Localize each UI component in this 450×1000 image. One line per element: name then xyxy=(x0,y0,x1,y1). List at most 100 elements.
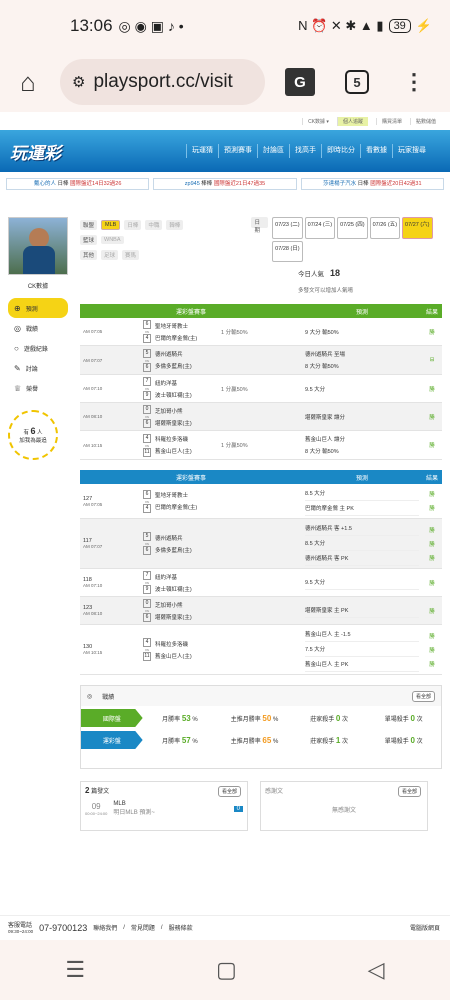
record-panel: ◎ 戰績 看全部 國際盤 月勝率 53 % 主推月勝率 50 % 莊家殺手 0 次單場殺… xyxy=(80,685,442,769)
prediction-cell: 德州遊騎兵 至場 8 大分 輸50% xyxy=(302,345,422,375)
game-info: AM 08:10 xyxy=(80,402,140,431)
matchup: 4 vs 11 科羅拉多洛磯 舊金山巨人(主) xyxy=(140,624,302,675)
battery-icon: 39 xyxy=(388,19,411,33)
nav-item[interactable]: 看數據 xyxy=(360,144,392,158)
circle-icon: ○ xyxy=(14,343,19,353)
record-more-button[interactable]: 看全部 xyxy=(411,691,435,702)
recent-apps-icon[interactable]: ☰ xyxy=(65,957,85,983)
nav-item[interactable]: 即時比分 xyxy=(321,144,360,158)
top-link[interactable]: CK数據 ▾ xyxy=(302,117,329,125)
ticker-item[interactable]: 莎達楊子汽水 日棒 國際盤近20日42過31 xyxy=(300,178,444,190)
table-row[interactable]: AM 07:10 7 vs 9 紐約洋基 波士頓紅襪(主) 1 分贏50% 9.5 大分勝 xyxy=(80,374,442,403)
nav-item[interactable]: 玩家搜尋 xyxy=(392,144,431,158)
desktop-link[interactable]: 電腦版網頁 xyxy=(410,923,440,932)
table-row[interactable]: AM 07:05 6 vs 4 聖地牙哥教士 巴爾的摩金鶯(主) 1 分輸50% 9 大分 輸… xyxy=(80,318,442,346)
menu-item-honor[interactable]: ♕ 榮譽 xyxy=(8,378,68,398)
table-row[interactable]: AM 10:15 4 vs 11 科羅拉多洛磯 舊金山巨人(主) 1 分贏50% 舊金山巨人 … xyxy=(80,430,442,460)
url-text: playsport.cc/visit xyxy=(93,71,233,92)
status-bar: 13:06 ◎ ◉ ▣ ♪ • N ⏰ ✕ ✱ ▲ ▮ 39 ⚡ xyxy=(0,0,450,52)
tab-switcher-button[interactable]: 5 xyxy=(345,70,369,94)
top-link[interactable]: 點數儲值 xyxy=(409,117,436,125)
prediction-cell: 舊金山巨人 讓分 8 大分 輸50% xyxy=(302,430,422,460)
date-option[interactable]: 07/28 (日) xyxy=(272,240,303,262)
home-button-icon[interactable]: ▢ xyxy=(216,957,237,983)
thanks-box: 看全部 感謝文 無感謝文 xyxy=(260,781,428,831)
table-row[interactable]: 127 AM 07:05 6 vs 4 聖地牙哥教士 巴爾的摩金鶯(主) 8.5 大分 巴爾的摩… xyxy=(80,484,442,519)
game-info: 117 AM 07:07 xyxy=(80,518,140,569)
profile-menu: ⊕ 預測 ◎ 戰績 ○ 遊戲紀錄 ✎ 討論 ♕ 榮譽 xyxy=(8,298,68,398)
avatar xyxy=(8,217,68,275)
table-row[interactable]: AM 08:10 0 vs 6 芝加哥小熊 堪薩斯皇家(主) 堪薩斯皇家 讓分勝 xyxy=(80,402,442,431)
matchup: 0 vs 6 芝加哥小熊 堪薩斯皇家(主) xyxy=(140,596,302,625)
web-page: CK数據 ▾ 個人追蹤 購買清單 點數儲值 玩運彩 玩運猜 預測賽事 討論區 找… xyxy=(0,112,450,939)
posts-more-button[interactable]: 看全部 xyxy=(217,786,241,797)
footer-link[interactable]: 常見問題 xyxy=(131,923,155,932)
back-icon[interactable]: ◁ xyxy=(368,957,385,983)
result-cell: 勝 xyxy=(422,318,442,346)
matchup: 7 vs 9 紐約洋基 波士頓紅襪(主) 1 分贏50% xyxy=(140,374,302,403)
thanks-more-button[interactable]: 看全部 xyxy=(397,786,421,797)
nav-item[interactable]: 找高手 xyxy=(289,144,321,158)
date-option[interactable]: 07/24 (三) xyxy=(304,217,336,239)
ticker-item[interactable]: 戴心的人 日棒 國際盤近14日32過26 xyxy=(6,178,150,190)
system-icons: N ⏰ ✕ ✱ ▲ ▮ 39 ⚡ xyxy=(298,18,432,34)
charging-icon: ⚡ xyxy=(415,18,432,33)
filter-panel: 聯盟 MLB 日棒 中職 韓棒 籃球 WNBA 其他 足球 賽馬 日期 07/23 (二) 0… xyxy=(80,217,442,262)
site-settings-icon[interactable]: ⚙ xyxy=(72,73,85,91)
post-item[interactable]: 09 00:00~24:00 MLB 明日MLB 預測~ 0 xyxy=(85,801,243,816)
date-option-selected[interactable]: 07/27 (六) xyxy=(402,217,433,239)
table-row[interactable]: AM 07:07 5 vs 6 德州遊騎兵 多倫多藍鳥(主) 德州遊騎兵 至場 8 大分 輸5… xyxy=(80,345,442,375)
league-mlb[interactable]: MLB xyxy=(101,219,121,230)
ticker-item[interactable]: zp945 棒棒 國際盤近21日47過35 xyxy=(153,178,297,190)
table-row[interactable]: 130 AM 10:15 4 vs 11 科羅拉多洛磯 舊金山巨人(主) 舊金山巨人 主 -1… xyxy=(80,624,442,675)
footer-link[interactable]: 服務條款 xyxy=(169,923,193,932)
date-picker: 07/23 (二) 07/24 (三) 07/25 (四) 07/26 (五) … xyxy=(272,217,442,262)
matchup: 6 vs 4 聖地牙哥教士 巴爾的摩金鶯(主) 1 分輸50% xyxy=(140,318,302,346)
nav-item[interactable]: 玩運猜 xyxy=(186,144,218,158)
crosshair-icon: ⊕ xyxy=(14,303,21,313)
android-nav-bar: ☰ ▢ ◁ xyxy=(0,940,450,1000)
game-info: 123 AM 08:10 xyxy=(80,596,140,625)
menu-item-predict[interactable]: ⊕ 預測 xyxy=(8,298,68,318)
prediction-cell: 德州遊騎兵 客 +1.5 8.5 大分 德州遊騎兵 客 PK xyxy=(302,518,422,569)
date-option[interactable]: 07/25 (四) xyxy=(337,217,368,239)
menu-item-forum[interactable]: ✎ 討論 xyxy=(8,358,68,378)
date-option[interactable]: 07/26 (五) xyxy=(369,217,401,239)
record-row: 運彩盤 月勝率 57 % 主推月勝率 65 % 莊家殺手 1 次單場殺手 0 次 xyxy=(81,730,441,750)
prediction-cell: 舊金山巨人 主 -1.5 7.5 大分 舊金山巨人 主 PK xyxy=(302,624,422,675)
clock: 13:06 xyxy=(70,16,113,35)
site-logo[interactable]: 玩運彩 xyxy=(10,139,170,164)
prediction-cell: 堪薩斯皇家 讓分 xyxy=(302,402,422,431)
game-info: AM 07:07 xyxy=(80,345,140,375)
translate-icon[interactable]: G xyxy=(285,68,315,96)
game-info: 127 AM 07:05 xyxy=(80,484,140,519)
matchup: 7 vs 9 紐約洋基 波士頓紅襪(主) xyxy=(140,568,302,597)
intl-predictions-table: 運彩盤賽事 預測 結果 AM 07:05 6 vs 4 聖地牙哥教士 巴爾的摩金鶯(主) 1 分… xyxy=(80,304,442,460)
nav-item[interactable]: 預測賽事 xyxy=(218,144,257,158)
table-row[interactable]: 117 AM 07:07 5 vs 6 德州遊騎兵 多倫多藍鳥(主) 德州遊騎兵 客 +1.5… xyxy=(80,518,442,569)
home-icon[interactable]: ⌂ xyxy=(8,62,48,102)
fans-badge[interactable]: 有 6 人 加我為最追 xyxy=(8,410,58,460)
date-option[interactable]: 07/23 (二) xyxy=(272,217,303,239)
top-link[interactable]: 購買清單 xyxy=(375,117,402,125)
prediction-cell: 9.5 大分 xyxy=(302,568,422,597)
footer-link[interactable]: 聯絡我們 xyxy=(93,923,117,932)
username: CK數據 xyxy=(27,284,49,290)
medal-icon: ♕ xyxy=(14,383,22,393)
game-info: AM 10:15 xyxy=(80,430,140,460)
main-content: 聯盟 MLB 日棒 中職 韓棒 籃球 WNBA 其他 足球 賽馬 日期 07/23 (二) 0… xyxy=(80,217,442,831)
profile-sidebar: CK數據 ⊕ 預測 ◎ 戰績 ○ 遊戲紀錄 ✎ 討論 ♕ 榮譽 有 6 人 加我為最追 xyxy=(8,217,68,460)
nav-item[interactable]: 討論區 xyxy=(257,144,289,158)
table-row[interactable]: 123 AM 08:10 0 vs 6 芝加哥小熊 堪薩斯皇家(主) 堪薩斯皇家 主 PK 勝 xyxy=(80,596,442,625)
matchup: 5 vs 6 德州遊騎兵 多倫多藍鳥(主) xyxy=(140,518,302,569)
more-menu-icon[interactable]: ⋮ xyxy=(403,69,425,95)
result-cell: 勝勝勝 xyxy=(422,518,442,569)
menu-item-record[interactable]: ◎ 戰績 xyxy=(8,318,68,338)
main-nav: 玩運猜 預測賽事 討論區 找高手 即時比分 看數據 玩家搜尋 xyxy=(186,144,431,158)
menu-item-game-log[interactable]: ○ 遊戲紀錄 xyxy=(8,338,68,358)
table-row[interactable]: 118 AM 07:10 7 vs 9 紐約洋基 波士頓紅襪(主) 9.5 大分勝 xyxy=(80,568,442,597)
top-link[interactable]: 個人追蹤 xyxy=(336,116,368,126)
address-bar[interactable]: ⚙ playsport.cc/visit xyxy=(60,59,265,105)
matchup: 0 vs 6 芝加哥小熊 堪薩斯皇家(主) xyxy=(140,402,302,431)
browser-toolbar: ⌂ ⚙ playsport.cc/visit G 5 ⋮ xyxy=(0,52,450,112)
